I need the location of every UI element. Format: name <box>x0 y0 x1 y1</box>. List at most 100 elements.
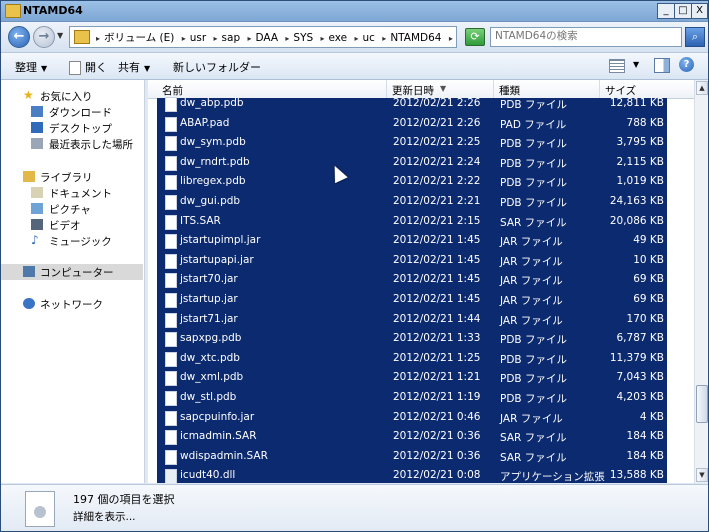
share-label: 共有 <box>118 61 140 74</box>
preview-pane-icon[interactable] <box>654 58 670 73</box>
chevron-right-icon[interactable]: ▸ <box>321 34 325 43</box>
nav-network[interactable]: ネットワーク <box>1 296 143 312</box>
nav-computer-label: コンピューター <box>40 267 114 279</box>
chevron-right-icon[interactable]: ▸ <box>355 34 359 43</box>
crumb-exe[interactable]: exe <box>329 32 348 44</box>
chevron-right-icon[interactable]: ▸ <box>382 34 386 43</box>
file-row[interactable]: jstartupimpl.jar 2012/02/21 1:45 JAR ファイル 4… <box>157 231 667 251</box>
file-icon <box>165 410 177 426</box>
file-name: sapcpuinfo.jar <box>180 410 255 423</box>
file-size: 184 KB <box>626 449 664 462</box>
file-row[interactable]: icmadmin.SAR 2012/02/21 0:36 SAR ファイル 184 K… <box>157 427 667 447</box>
crumb-uc[interactable]: uc <box>363 32 375 44</box>
crumb-ntamd64[interactable]: NTAMD64 <box>390 32 441 44</box>
nav-recent-label: 最近表示した場所 <box>49 139 133 151</box>
crumb-daa[interactable]: DAA <box>255 32 278 44</box>
help-icon[interactable]: ? <box>679 57 694 72</box>
maximize-button[interactable]: □ <box>674 3 692 19</box>
file-row[interactable]: dw_gui.pdb 2012/02/21 2:21 PDB ファイル 24,163 … <box>157 192 667 212</box>
nav-documents[interactable]: ドキュメント <box>1 185 143 201</box>
view-options-icon[interactable] <box>609 59 625 73</box>
file-row[interactable]: dw_stl.pdb 2012/02/21 1:19 PDB ファイル 4,203 K… <box>157 388 667 408</box>
search-icon[interactable]: ⌕ <box>685 27 705 47</box>
file-icon <box>165 253 177 269</box>
breadcrumb[interactable]: ▸ ボリューム (E) ▸ usr ▸ sap ▸ DAA ▸ SYS ▸ exe ▸ uc … <box>69 26 518 48</box>
nav-videos[interactable]: ビデオ <box>1 217 143 233</box>
file-row[interactable]: dw_abp.pdb 2012/02/21 2:26 PDB ファイル 12,811 … <box>157 94 667 114</box>
chevron-down-icon[interactable]: ▼ <box>633 60 639 69</box>
chevron-right-icon[interactable]: ▸ <box>214 34 218 43</box>
nav-favorites[interactable]: ★ お気に入り <box>1 88 143 104</box>
chevron-right-icon[interactable]: ▸ <box>96 34 100 43</box>
file-size: 2,115 KB <box>616 155 665 168</box>
file-row[interactable]: ITS.SAR 2012/02/21 2:15 SAR ファイル 20,086 KB <box>157 212 667 232</box>
nav-music-label: ミュージック <box>49 236 112 248</box>
crumb-usr[interactable]: usr <box>190 32 206 44</box>
file-date: 2012/02/21 0:46 <box>393 410 481 423</box>
file-size: 4,203 KB <box>616 391 665 403</box>
nav-pictures[interactable]: ピクチャ <box>1 201 143 217</box>
file-row[interactable]: sapcpuinfo.jar 2012/02/21 0:46 JAR ファイル 4 K… <box>157 408 667 428</box>
file-type: PDB ファイル <box>500 393 567 405</box>
share-button[interactable]: 共有 ▼ <box>118 59 150 75</box>
search-box[interactable] <box>490 27 682 47</box>
file-row[interactable]: dw_rndrt.pdb 2012/02/21 2:24 PDB ファイル 2,115… <box>157 153 667 173</box>
vertical-scrollbar[interactable]: ▲ ▼ <box>694 80 708 483</box>
file-row[interactable]: wdispadmin.SAR 2012/02/21 0:36 SAR ファイル 184… <box>157 447 667 467</box>
file-row[interactable]: libregex.pdb 2012/02/21 2:22 PDB ファイル 1,019… <box>157 172 667 192</box>
nav-computer[interactable]: コンピューター <box>1 264 143 280</box>
scroll-thumb[interactable] <box>696 385 708 423</box>
nav-music[interactable]: ♪ ミュージック <box>1 233 143 249</box>
file-name: ABAP.pad <box>180 116 230 129</box>
search-input[interactable] <box>491 28 679 44</box>
close-button[interactable]: X <box>691 3 708 19</box>
file-name: dw_xml.pdb <box>180 371 244 384</box>
file-row[interactable]: sapxpg.pdb 2012/02/21 1:33 PDB ファイル 6,787 K… <box>157 329 667 349</box>
new-folder-button[interactable]: 新しいフォルダー <box>173 59 261 75</box>
recent-pages-dropdown-icon[interactable]: ▼ <box>57 31 63 40</box>
file-type: SAR ファイル <box>500 432 567 445</box>
file-row[interactable]: jstartupapi.jar 2012/02/21 1:45 JAR ファイル 10… <box>157 251 667 271</box>
file-size: 11,379 KB <box>609 351 664 364</box>
chevron-right-icon[interactable]: ▸ <box>449 34 453 43</box>
show-details-link[interactable]: 詳細を表示... <box>73 509 136 524</box>
organize-button[interactable]: 整理 ▼ <box>15 59 47 75</box>
file-row[interactable]: ABAP.pad 2012/02/21 2:26 PAD ファイル 788 KB <box>157 114 667 134</box>
minimize-button[interactable]: _ <box>657 3 675 19</box>
chevron-right-icon[interactable]: ▸ <box>182 34 186 43</box>
nav-recent[interactable]: 最近表示した場所 <box>1 136 143 152</box>
file-row[interactable]: jstart71.jar 2012/02/21 1:44 JAR ファイル 170 K… <box>157 310 667 330</box>
file-name: dw_stl.pdb <box>180 391 237 403</box>
file-size: 170 KB <box>626 312 664 325</box>
file-date: 2012/02/21 2:26 <box>393 97 481 109</box>
chevron-right-icon[interactable]: ▸ <box>285 34 289 43</box>
file-row[interactable]: dw_xtc.pdb 2012/02/21 1:25 PDB ファイル 11,379 … <box>157 349 667 369</box>
file-row[interactable]: dw_xml.pdb 2012/02/21 1:21 PDB ファイル 7,043 K… <box>157 368 667 388</box>
back-button[interactable]: ← <box>8 26 30 48</box>
file-type: PDB ファイル <box>500 157 567 170</box>
scroll-up-icon[interactable]: ▲ <box>696 81 708 95</box>
open-button[interactable]: 開く <box>69 59 107 75</box>
crumb-sap[interactable]: sap <box>222 32 241 44</box>
title-bar[interactable]: NTAMD64 _ □ X <box>1 1 708 22</box>
chevron-right-icon[interactable]: ▸ <box>247 34 251 43</box>
crumb-volume[interactable]: ボリューム (E) <box>104 32 174 44</box>
multiple-files-icon <box>25 491 55 527</box>
forward-button[interactable]: → <box>33 26 55 48</box>
file-row[interactable]: dw_sym.pdb 2012/02/21 2:25 PDB ファイル 3,795 K… <box>157 133 667 153</box>
file-size: 184 KB <box>626 430 664 443</box>
explorer-window: NTAMD64 _ □ X ← → ▼ ▸ ボリューム (E) ▸ usr ▸ sap… <box>0 0 709 532</box>
file-row[interactable]: jstartup.jar 2012/02/21 1:45 JAR ファイル 69 KB <box>157 290 667 310</box>
nav-libraries[interactable]: ライブラリ <box>1 169 143 185</box>
scroll-down-icon[interactable]: ▼ <box>696 468 708 482</box>
nav-desktop[interactable]: デスクトップ <box>1 120 143 136</box>
file-row[interactable]: icudt40.dll 2012/02/21 0:08 アプリケーション拡張 13,5… <box>157 466 667 483</box>
file-type: PDB ファイル <box>500 334 567 347</box>
file-date: 2012/02/21 1:45 <box>393 234 481 247</box>
refresh-icon[interactable]: ⟳ <box>465 28 485 46</box>
file-icon <box>165 293 177 308</box>
nav-downloads[interactable]: ダウンロード <box>1 104 143 120</box>
crumb-sys[interactable]: SYS <box>293 32 313 44</box>
file-name: dw_abp.pdb <box>180 97 244 109</box>
file-row[interactable]: jstart70.jar 2012/02/21 1:45 JAR ファイル 69 KB <box>157 270 667 290</box>
